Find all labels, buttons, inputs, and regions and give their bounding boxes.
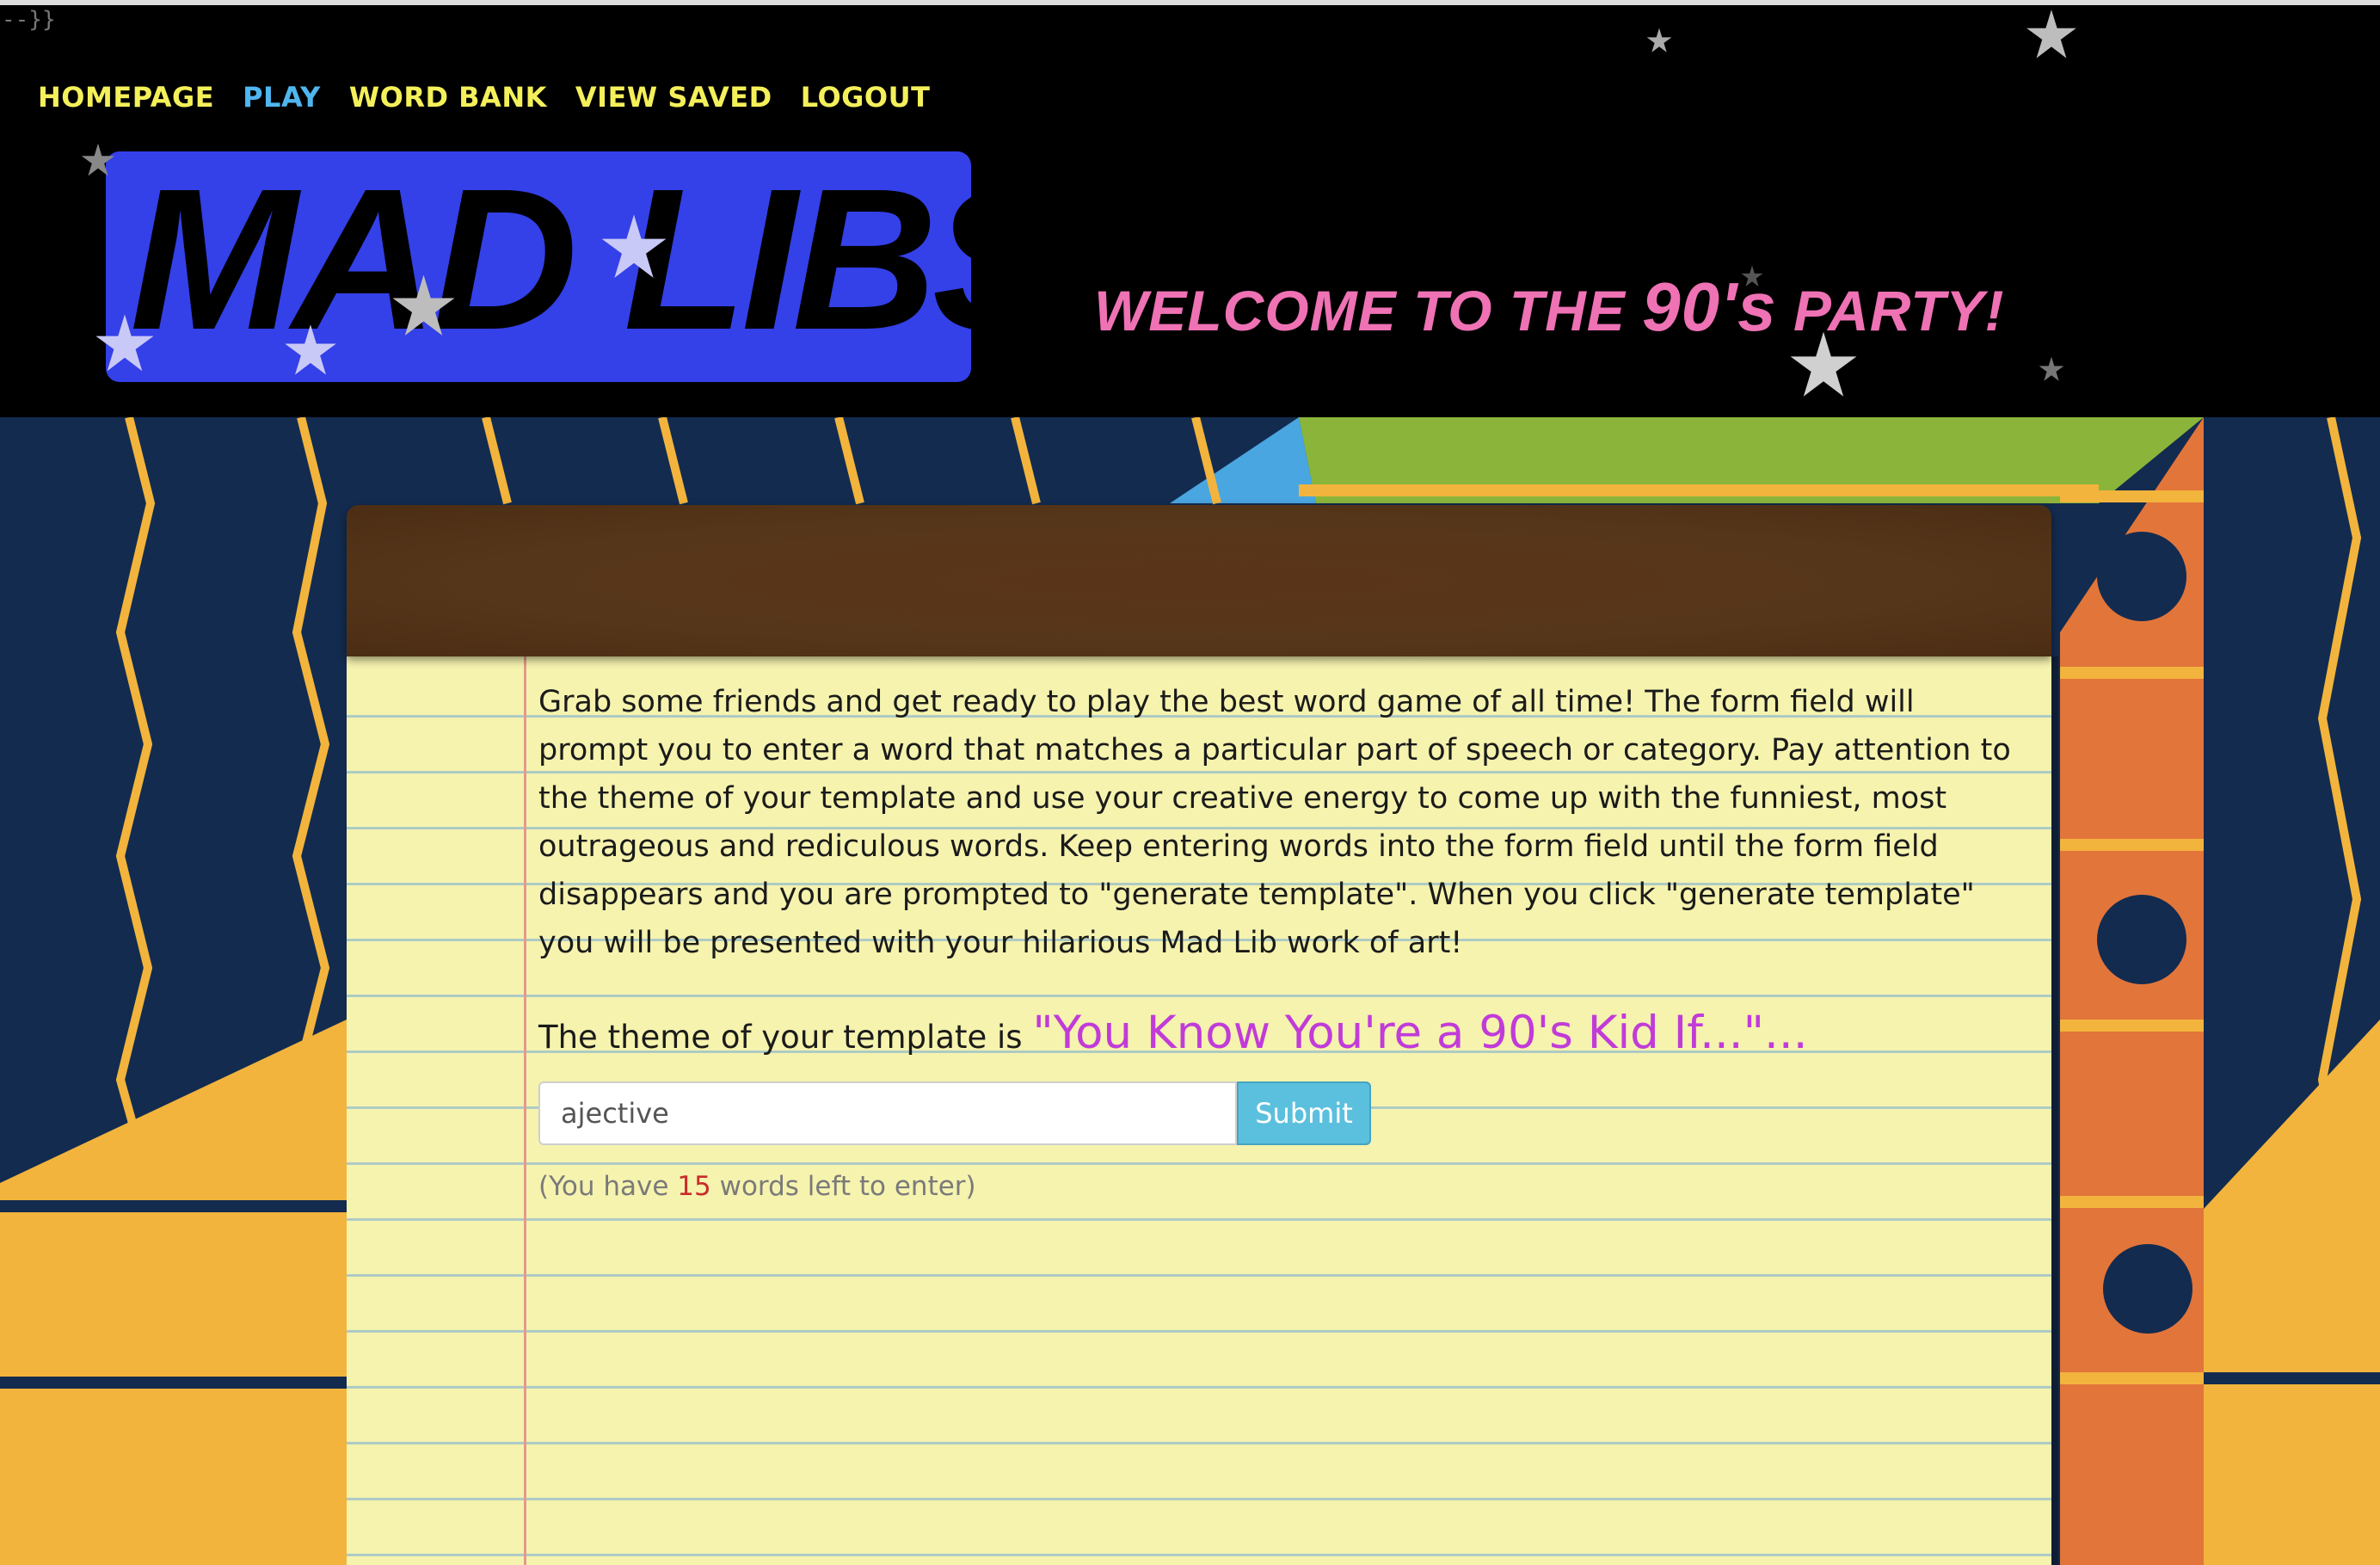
welcome-banner: WELCOME TO THE 90's PARTY! (1094, 268, 2005, 347)
site-header: HOMEPAGE PLAY WORD BANK VIEW SAVED LOGOU… (0, 0, 2380, 417)
remaining-prefix: (You have (538, 1171, 678, 1202)
star-icon (2026, 9, 2076, 59)
notepad-margin-line (524, 656, 526, 1565)
star-icon (392, 274, 455, 336)
star-icon (2039, 356, 2064, 381)
remaining-suffix: words left to enter) (710, 1171, 976, 1202)
notepad-binding (347, 505, 2051, 656)
theme-value: "You Know You're a 90's Kid If..."... (1032, 1007, 1808, 1059)
main-nav: HOMEPAGE PLAY WORD BANK VIEW SAVED LOGOU… (38, 81, 930, 114)
game-panel: Grab some friends and get ready to play … (538, 678, 2018, 1202)
submit-button[interactable]: Submit (1237, 1081, 1371, 1145)
nav-play[interactable]: PLAY (243, 81, 321, 114)
star-icon (285, 324, 336, 375)
logo-text: MAD LIBS (130, 151, 971, 372)
intro-text: Grab some friends and get ready to play … (538, 685, 2011, 960)
word-input[interactable] (538, 1081, 1237, 1145)
star-icon (1741, 265, 1763, 287)
star-icon (81, 143, 115, 176)
stray-template-text: --}} (2, 7, 56, 33)
words-remaining: (You have 15 words left to enter) (538, 1171, 2018, 1202)
site-logo: MAD LIBS (106, 151, 971, 382)
theme-label: The theme of your template is (538, 1019, 1033, 1056)
star-icon (601, 214, 667, 278)
notepad-edge (2051, 656, 2058, 1565)
nav-word-bank[interactable]: WORD BANK (349, 81, 547, 114)
star-icon (1646, 28, 1672, 52)
star-icon (1790, 331, 1857, 397)
nav-homepage[interactable]: HOMEPAGE (38, 81, 214, 114)
word-entry-form: Submit (538, 1081, 2018, 1145)
nav-view-saved[interactable]: VIEW SAVED (575, 81, 772, 114)
nav-logout[interactable]: LOGOUT (801, 81, 931, 114)
theme-line: The theme of your template is "You Know … (538, 1007, 2018, 1059)
remaining-count: 15 (677, 1171, 711, 1202)
star-icon (95, 314, 154, 372)
welcome-prefix: WELCOME TO THE (1094, 279, 1643, 342)
